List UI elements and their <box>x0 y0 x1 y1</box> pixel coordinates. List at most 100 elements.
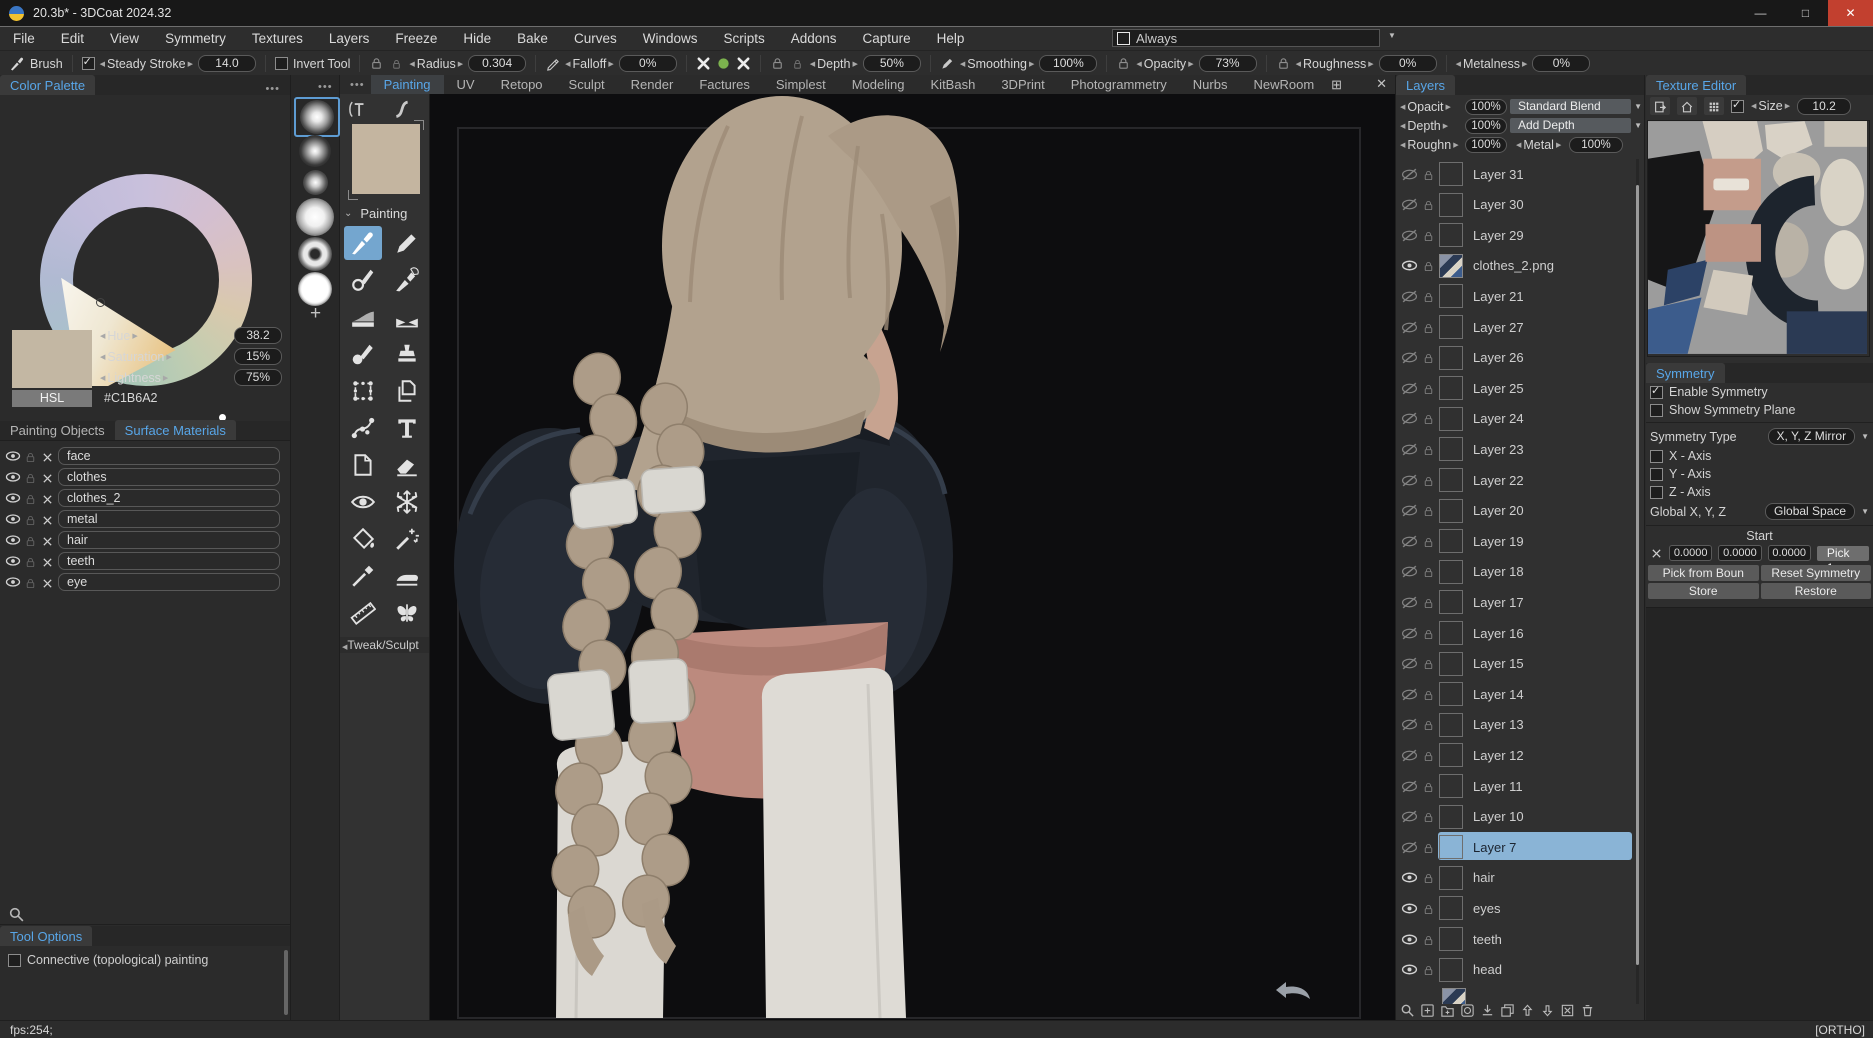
restore-button[interactable]: Restore <box>1760 583 1871 599</box>
swap-color-corner-icon[interactable] <box>414 120 424 130</box>
metalness-control[interactable]: ◀ Metalness ▶ 0% <box>1447 55 1600 72</box>
y-axis-option[interactable]: Y - Axis <box>1646 465 1873 483</box>
layer-name[interactable]: Layer 14 <box>1473 687 1524 702</box>
brush-tips-menu-icon[interactable]: ••• <box>318 81 333 93</box>
stamp-tool[interactable] <box>388 337 426 371</box>
x-axis-checkbox[interactable] <box>1650 449 1663 463</box>
layer-rough-value[interactable]: 100% <box>1465 136 1507 153</box>
connective-painting-option[interactable]: Connective (topological) painting <box>8 953 208 967</box>
layer-row-layer-29[interactable]: Layer 29 <box>1396 220 1632 250</box>
menu-windows[interactable]: Windows <box>630 27 711 50</box>
room-tab-sculpt[interactable]: Sculpt <box>556 75 618 94</box>
add-brush-tip-button[interactable]: + <box>291 303 340 325</box>
layer-name[interactable]: Layer 7 <box>1473 840 1516 855</box>
layer-thumbnail[interactable] <box>1439 927 1463 951</box>
layer-name[interactable]: Layer 23 <box>1473 442 1524 457</box>
tab-texture-editor[interactable]: Texture Editor <box>1646 75 1747 95</box>
layer-row-hair[interactable]: hair <box>1396 863 1632 893</box>
brush-tip-solid[interactable] <box>294 271 336 307</box>
pick-button[interactable]: Pick 1 <box>1816 545 1869 575</box>
material-name[interactable]: eye <box>58 573 280 591</box>
depth-control[interactable]: ◀ Depth ▶ 50% <box>761 55 931 72</box>
room-tab-retopo[interactable]: Retopo <box>488 75 556 94</box>
layer-thumbnail[interactable] <box>1439 651 1463 676</box>
global-space-select[interactable]: Global Space <box>1765 503 1856 520</box>
layer-thumbnail[interactable] <box>1439 774 1463 798</box>
layer-row-layer-31[interactable]: Layer 31 <box>1396 159 1632 189</box>
tab-symmetry[interactable]: Symmetry <box>1646 363 1725 383</box>
menu-textures[interactable]: Textures <box>239 27 316 50</box>
smudge-tool[interactable] <box>388 263 426 297</box>
roughness-value[interactable]: 0% <box>1378 55 1437 72</box>
export-button[interactable] <box>1650 97 1670 115</box>
layer-mask-button[interactable] <box>1460 1002 1475 1018</box>
brush-tool[interactable] <box>344 226 382 260</box>
layer-thumbnail[interactable] <box>1439 682 1463 707</box>
layer-name[interactable]: Layer 15 <box>1473 656 1524 671</box>
layer-name[interactable]: Layer 31 <box>1473 167 1524 182</box>
tab-painting-objects[interactable]: Painting Objects <box>0 420 115 440</box>
pencil-tool[interactable] <box>388 226 426 260</box>
color-hex-value[interactable]: #C1B6A2 <box>104 390 158 407</box>
layer-thumbnail[interactable] <box>1439 284 1463 309</box>
layer-thumbnail[interactable] <box>1439 865 1463 890</box>
layer-name[interactable]: Layer 12 <box>1473 748 1524 763</box>
airbrush-tool[interactable] <box>344 337 382 371</box>
depth-blend-arrow-icon[interactable]: ▼ <box>1634 121 1642 130</box>
material-name[interactable]: teeth <box>58 552 280 570</box>
layer-row-clothes-2-png[interactable]: clothes_2.png <box>1396 251 1632 281</box>
menu-freeze[interactable]: Freeze <box>382 27 450 50</box>
layer-thumbnail[interactable] <box>1439 315 1463 339</box>
layer-thumbnail[interactable] <box>1439 223 1463 248</box>
layer-name[interactable]: eyes <box>1473 901 1500 916</box>
falloff-control[interactable]: ◀ Falloff ▶ 0% <box>536 55 687 72</box>
material-row-teeth[interactable]: teeth <box>0 551 290 571</box>
connective-painting-checkbox[interactable] <box>8 953 21 967</box>
symmetry-type-arrow-icon[interactable]: ▼ <box>1861 432 1869 441</box>
viewport-3d[interactable] <box>430 94 1395 1020</box>
gradient-tool[interactable] <box>344 300 382 334</box>
steady-stroke-value[interactable]: 14.0 <box>197 55 256 72</box>
fill-tool[interactable] <box>344 522 382 556</box>
menu-symmetry[interactable]: Symmetry <box>152 27 239 50</box>
material-row-clothes_2[interactable]: clothes_2 <box>0 488 290 508</box>
layer-thumbnail[interactable] <box>1439 468 1463 492</box>
layer-row-layer-12[interactable]: Layer 12 <box>1396 740 1632 770</box>
layer-name[interactable]: Layer 10 <box>1473 809 1524 824</box>
x-axis-option[interactable]: X - Axis <box>1646 447 1873 465</box>
lattice-tool[interactable] <box>344 374 382 408</box>
layer-thumbnail[interactable] <box>1439 896 1463 921</box>
layer-thumbnail[interactable] <box>1442 988 1466 1004</box>
layer-row-layer-21[interactable]: Layer 21 <box>1396 281 1632 311</box>
layer-thumbnail[interactable] <box>1439 376 1463 401</box>
steady-stroke-checkbox[interactable] <box>81 55 95 70</box>
add-room-icon[interactable]: ⊞ <box>1331 77 1342 93</box>
move-down-button[interactable] <box>1540 1002 1555 1018</box>
start-y-value[interactable]: 0.0000 <box>1718 545 1762 561</box>
layer-thumbnail[interactable] <box>1439 712 1463 737</box>
menu-layers[interactable]: Layers <box>316 27 383 50</box>
layer-thumbnail[interactable] <box>1439 529 1463 554</box>
room-tab-simplest[interactable]: Simplest <box>763 75 839 94</box>
layer-row-layer-7[interactable]: Layer 7 <box>1396 832 1632 862</box>
layer-name[interactable]: Layer 13 <box>1473 717 1524 732</box>
layer-thumbnail[interactable] <box>1439 559 1463 584</box>
falloff-value[interactable]: 0% <box>618 55 677 72</box>
maximize-button[interactable]: □ <box>1783 0 1828 26</box>
color-palette-menu-icon[interactable]: ••• <box>265 83 280 95</box>
material-name[interactable]: face <box>58 447 280 465</box>
layer-name[interactable]: Layer 29 <box>1473 228 1524 243</box>
show-symmetry-plane-checkbox[interactable] <box>1650 403 1663 417</box>
start-z-value[interactable]: 0.0000 <box>1767 545 1811 561</box>
layer-opacity-value[interactable]: 100% <box>1465 98 1507 115</box>
layer-row-layer-27[interactable]: Layer 27 <box>1396 312 1632 342</box>
room-tab-render[interactable]: Render <box>618 75 687 94</box>
z-axis-checkbox[interactable] <box>1650 485 1663 499</box>
picker-tool[interactable] <box>344 559 382 593</box>
always-checkbox[interactable] <box>1117 31 1130 45</box>
layer-thumbnail[interactable] <box>1439 192 1463 217</box>
layer-row-eyes[interactable]: eyes <box>1396 893 1632 923</box>
layer-row-layer-26[interactable]: Layer 26 <box>1396 343 1632 373</box>
always-dropdown-arrow-icon[interactable]: ▼ <box>1388 31 1396 40</box>
eye-tool[interactable] <box>344 485 382 519</box>
